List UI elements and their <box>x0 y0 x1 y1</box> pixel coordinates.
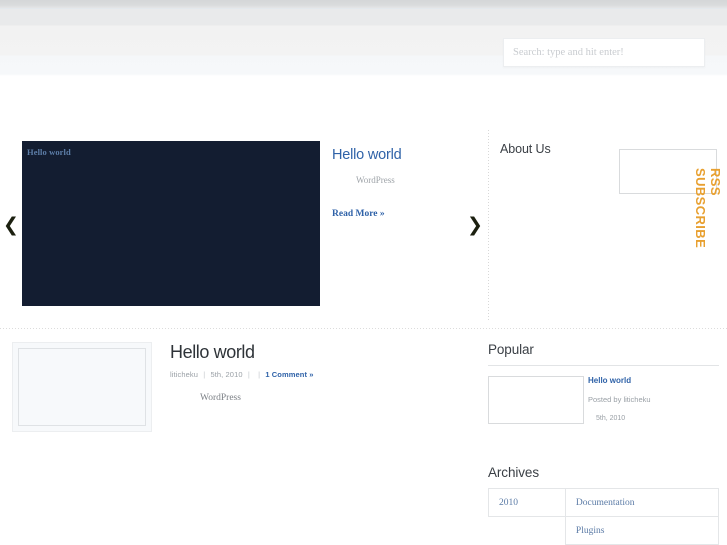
archives-table: 2010 Documentation Plugins <box>488 488 719 545</box>
popular-thumbnail[interactable] <box>488 376 584 424</box>
post-thumbnail[interactable] <box>12 342 152 432</box>
post-entry: Hello world liticheku | 5th, 2010 | | 1 … <box>12 342 482 403</box>
site-header <box>0 0 727 76</box>
post-excerpt: WordPress <box>200 393 482 403</box>
post-comments-link[interactable]: 1 Comment » <box>265 370 313 379</box>
slider-prev-arrow-icon[interactable]: ❮ <box>1 215 21 237</box>
column-divider <box>488 130 489 320</box>
archives-widget: Archives 2010 Documentation Plugins <box>488 465 727 545</box>
slider-title[interactable]: Hello world <box>332 147 472 163</box>
search-box[interactable] <box>503 38 705 67</box>
search-input[interactable] <box>504 39 704 66</box>
featured-slider: Hello world ❮ ❯ Hello world WordPress Re… <box>0 135 488 320</box>
archives-category-cell[interactable]: Documentation <box>565 489 718 517</box>
post-author[interactable]: liticheku <box>170 370 198 379</box>
table-row: 2010 Documentation <box>489 489 719 517</box>
meta-separator: | <box>200 370 208 379</box>
section-divider <box>0 328 727 329</box>
table-row: Plugins <box>489 517 719 545</box>
slider-image-alt-text: Hello world <box>23 142 319 157</box>
popular-title: Popular <box>488 342 727 357</box>
post-meta: liticheku | 5th, 2010 | | 1 Comment » <box>170 370 482 379</box>
rss-subscribe-tab[interactable]: RSS SUBSCRIBE <box>707 168 723 256</box>
about-us-widget: About Us <box>500 142 715 166</box>
post-thumbnail-inner <box>18 348 146 426</box>
slider-image[interactable]: Hello world <box>22 141 320 306</box>
archives-year-cell[interactable]: 2010 <box>489 489 566 517</box>
header-divider <box>0 8 727 9</box>
meta-separator: | <box>245 370 253 379</box>
meta-separator: | <box>255 370 263 379</box>
post-date: 5th, 2010 <box>210 370 242 379</box>
popular-item-text: Hello world Posted by liticheku 5th, 201… <box>588 376 727 425</box>
popular-item-link[interactable]: Hello world <box>588 376 727 385</box>
page-root: Hello world ❮ ❯ Hello world WordPress Re… <box>0 0 727 545</box>
archives-empty-cell <box>489 517 566 545</box>
archives-title: Archives <box>488 465 727 480</box>
popular-item-author: Posted by liticheku <box>588 395 651 404</box>
popular-list-item: Hello world Posted by liticheku 5th, 201… <box>488 376 727 438</box>
post-body: Hello world liticheku | 5th, 2010 | | 1 … <box>170 342 482 403</box>
slider-read-more-link[interactable]: Read More » <box>332 209 385 219</box>
popular-widget: Popular Hello world Posted by liticheku … <box>488 342 727 438</box>
slider-caption: Hello world WordPress Read More » <box>332 147 472 221</box>
slider-excerpt: WordPress <box>356 175 472 185</box>
popular-rule <box>488 365 719 366</box>
post-title[interactable]: Hello world <box>170 342 482 363</box>
popular-item-date: 5th, 2010 <box>596 415 625 422</box>
archives-category-cell[interactable]: Plugins <box>565 517 718 545</box>
